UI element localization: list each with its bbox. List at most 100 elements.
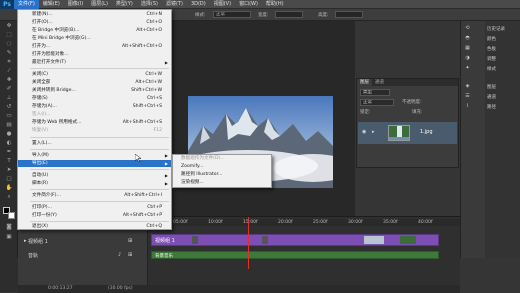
expand-arrow-icon[interactable]: ▸ bbox=[372, 129, 375, 135]
menu-exit[interactable]: 退出(X) Ctrl+Q bbox=[18, 223, 171, 230]
menu-open-smart-object[interactable]: 打开为智能对象... bbox=[18, 51, 171, 58]
menu-place[interactable]: 置入(L)... bbox=[18, 140, 171, 147]
submenu-render-video[interactable]: 渲染视频... bbox=[173, 179, 271, 187]
menu-export[interactable]: 导出(E) ▶ bbox=[18, 160, 171, 167]
menu-select[interactable]: 选择(S) bbox=[137, 0, 162, 9]
menu-edit[interactable]: 编辑(E) bbox=[39, 0, 64, 9]
menu-save-for-web[interactable]: 存储为 Web 所用格式... Alt+Shift+Ctrl+S bbox=[18, 119, 171, 126]
menu-file-info[interactable]: 文件简介(F)... Alt+Shift+Ctrl+I bbox=[18, 192, 171, 199]
menu-save-as[interactable]: 存储为(A)... Shift+Ctrl+S bbox=[18, 103, 171, 110]
audio-track-clip[interactable]: 背景音乐 bbox=[151, 251, 439, 259]
menu-image[interactable]: 图像(I) bbox=[64, 0, 87, 9]
height-field[interactable] bbox=[335, 11, 363, 18]
menu-layer[interactable]: 图层(L) bbox=[87, 0, 112, 9]
menu-view[interactable]: 视图(V) bbox=[210, 0, 235, 9]
menu-open-as[interactable]: 打开为... Alt+Shift+Ctrl+O bbox=[18, 43, 171, 50]
styles-icon[interactable]: ✦ bbox=[464, 65, 471, 71]
hand-tool-icon[interactable]: ✋ bbox=[3, 185, 15, 192]
zoom-tool-icon[interactable]: ⌕ bbox=[3, 194, 15, 201]
menu-import[interactable]: 导入(M) ▶ bbox=[18, 152, 171, 159]
layer-row[interactable]: ◉ ▸ 1.jpg bbox=[358, 122, 457, 144]
quick-mask-icon[interactable]: ◙ bbox=[3, 224, 15, 231]
menu-3d[interactable]: 3D(D) bbox=[187, 0, 210, 9]
video-track-clip[interactable]: 视频组 1 bbox=[151, 234, 439, 246]
style-select[interactable]: 正常 bbox=[213, 11, 251, 18]
layers-icon[interactable]: ◈ bbox=[464, 83, 471, 89]
lasso-tool-icon[interactable]: ◌ bbox=[3, 41, 15, 48]
tick-label: 30:00f bbox=[348, 220, 363, 225]
dock-adjustments[interactable]: 调整 bbox=[487, 56, 496, 62]
timeline-ruler[interactable]: 05:00f 10:00f 15:00f 20:00f 25:00f 30:00… bbox=[148, 219, 460, 226]
adjustments-icon[interactable]: ◑ bbox=[464, 55, 471, 61]
menu-save[interactable]: 存储(S) Ctrl+S bbox=[18, 95, 171, 102]
dock-styles[interactable]: 样式 bbox=[487, 66, 496, 72]
menu-print[interactable]: 打印(P)... Ctrl+P bbox=[18, 204, 171, 211]
eyedropper-icon[interactable]: ⁄ bbox=[3, 68, 15, 75]
menu-open[interactable]: 打开(O)... Ctrl+O bbox=[18, 19, 171, 26]
brush-tool-icon[interactable]: ✐ bbox=[3, 86, 15, 93]
crop-tool-icon[interactable]: ⌗ bbox=[3, 59, 15, 66]
tab-channels[interactable]: 通道 bbox=[372, 79, 387, 86]
gradient-tool-icon[interactable]: ▤ bbox=[3, 122, 15, 129]
menu-new[interactable]: 新建(N)... Ctrl+N bbox=[18, 11, 171, 18]
eraser-tool-icon[interactable]: ▭ bbox=[3, 113, 15, 120]
dock-paths[interactable]: 路径 bbox=[487, 104, 496, 110]
layer-kind-filter[interactable]: 类型 bbox=[360, 89, 390, 96]
menu-window[interactable]: 窗口(W) bbox=[235, 0, 262, 9]
dock-swatches[interactable]: 色板 bbox=[487, 46, 496, 52]
channels-icon[interactable]: ☰ bbox=[464, 93, 471, 99]
type-tool-icon[interactable]: T bbox=[3, 158, 15, 165]
menu-help[interactable]: 帮助(H) bbox=[262, 0, 288, 9]
clip-thumbnail bbox=[400, 236, 416, 244]
photoshop-logo: Ps bbox=[0, 0, 14, 9]
path-select-icon[interactable]: ➤ bbox=[3, 167, 15, 174]
submenu-paths-to-illustrator[interactable]: 路径到 Illustrator... bbox=[173, 171, 271, 179]
menu-close[interactable]: 关闭(C) Ctrl+W bbox=[18, 71, 171, 78]
menu-scripts[interactable]: 脚本(R) ▶ bbox=[18, 180, 171, 187]
history-icon[interactable]: ⟲ bbox=[464, 25, 471, 31]
stamp-tool-icon[interactable]: ⊥ bbox=[3, 95, 15, 102]
move-tool-icon[interactable]: ✥ bbox=[3, 23, 15, 30]
menu-save-as-label: 存储为(A)... bbox=[32, 104, 57, 109]
color-icon[interactable]: ◓ bbox=[464, 35, 471, 41]
healing-brush-icon[interactable]: ✚ bbox=[3, 77, 15, 84]
menu-recent-files-label: 最近打开文件(T) bbox=[32, 60, 66, 65]
audio-track-label[interactable]: 音轨 bbox=[28, 252, 38, 259]
mute-icon[interactable]: ♪ bbox=[118, 252, 121, 258]
video-group-label[interactable]: 视频组 1 bbox=[28, 238, 48, 245]
width-field[interactable] bbox=[275, 11, 303, 18]
swatches-icon[interactable]: ▦ bbox=[464, 45, 471, 51]
quick-select-icon[interactable]: ✎ bbox=[3, 50, 15, 57]
submenu-arrow-icon: ▶ bbox=[164, 153, 168, 158]
dock-layers[interactable]: 图层 bbox=[487, 84, 496, 90]
menu-file[interactable]: 文件(F) bbox=[14, 0, 39, 9]
menu-close-all[interactable]: 关闭全部 Alt+Ctrl+W bbox=[18, 79, 171, 86]
menu-automate[interactable]: 自动(U) ▶ bbox=[18, 172, 171, 179]
shape-tool-icon[interactable]: ▢ bbox=[3, 176, 15, 183]
dodge-tool-icon[interactable]: ◐ bbox=[3, 140, 15, 147]
pen-tool-icon[interactable]: ✒ bbox=[3, 149, 15, 156]
paths-icon[interactable]: ⌇ bbox=[464, 103, 471, 109]
marquee-tool-icon[interactable]: ⬚ bbox=[3, 32, 15, 39]
menu-print-one-copy[interactable]: 打印一份(Y) Alt+Shift+Ctrl+P bbox=[18, 212, 171, 219]
menu-type[interactable]: 类型(Y) bbox=[112, 0, 137, 9]
dock-channels[interactable]: 通道 bbox=[487, 94, 496, 100]
menu-browse-bridge[interactable]: 在 Bridge 中浏览(B)... Alt+Ctrl+O bbox=[18, 27, 171, 34]
menu-recent-files[interactable]: 最近打开文件(T) ▶ bbox=[18, 59, 171, 66]
playhead[interactable] bbox=[248, 217, 249, 269]
blend-mode-select[interactable]: 正常 bbox=[360, 99, 394, 106]
history-brush-icon[interactable]: ↺ bbox=[3, 104, 15, 111]
add-media-icon[interactable]: ⊞ bbox=[128, 238, 132, 244]
submenu-zoomify[interactable]: Zoomify... bbox=[173, 163, 271, 171]
tab-layers[interactable]: 图层 bbox=[357, 79, 372, 86]
dock-history[interactable]: 历史记录 bbox=[487, 26, 505, 32]
visibility-eye-icon[interactable]: ◉ bbox=[362, 129, 366, 135]
audio-add-icon[interactable]: ⊞ bbox=[128, 252, 132, 258]
menu-browse-mini-bridge[interactable]: 在 Mini Bridge 中浏览(G)... bbox=[18, 35, 171, 42]
blur-tool-icon[interactable]: ● bbox=[3, 131, 15, 138]
background-color-swatch[interactable] bbox=[8, 212, 15, 219]
menu-close-goto-bridge[interactable]: 关闭并转到 Bridge... Shift+Ctrl+W bbox=[18, 87, 171, 94]
menu-filter[interactable]: 滤镜(T) bbox=[162, 0, 187, 9]
screen-mode-icon[interactable]: ▣ bbox=[3, 234, 15, 241]
dock-color[interactable]: 颜色 bbox=[487, 36, 496, 42]
